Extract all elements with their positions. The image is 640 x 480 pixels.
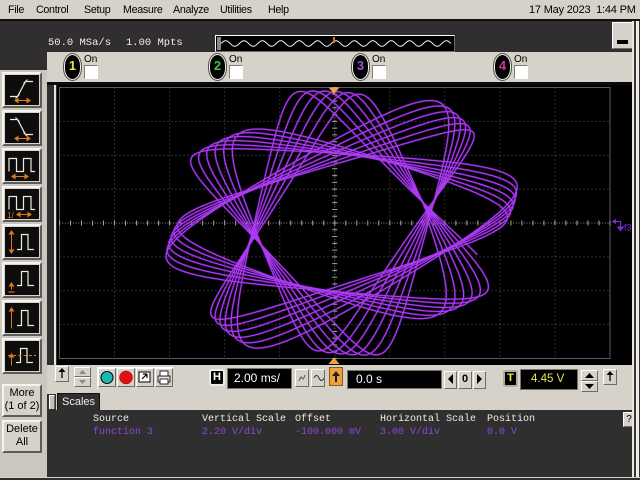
svg-text:f3: f3 — [624, 223, 632, 233]
